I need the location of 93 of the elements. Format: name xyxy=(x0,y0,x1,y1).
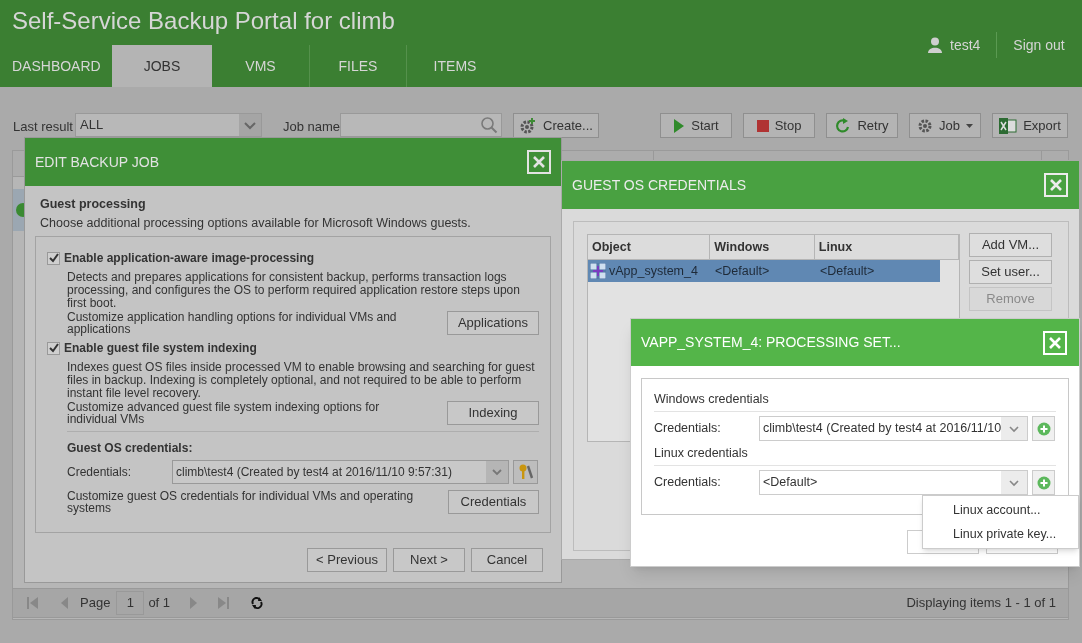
credentials-dropdown[interactable]: <Default> xyxy=(759,470,1028,495)
close-button[interactable] xyxy=(527,150,551,174)
key-button[interactable] xyxy=(513,460,538,484)
next-page-icon xyxy=(190,597,198,609)
section-title: Guest processing xyxy=(39,196,147,213)
dialog-button[interactable]: Next > xyxy=(393,548,465,572)
spreadsheet-icon xyxy=(999,117,1018,134)
close-icon xyxy=(533,156,545,168)
nav-tab[interactable]: ITEMS xyxy=(406,45,503,87)
page-label: Page xyxy=(80,594,111,613)
first-page-icon xyxy=(27,597,39,609)
add-button[interactable] xyxy=(1032,470,1055,495)
checkbox[interactable] xyxy=(47,251,60,265)
toolbar-button[interactable]: Stop xyxy=(743,113,815,138)
field-label: Credentials: xyxy=(654,420,722,438)
dialog-title: GUEST OS CREDENTIALS xyxy=(572,175,746,195)
dialog-button[interactable]: Indexing xyxy=(447,401,539,425)
customize-text: Customize guest OS credentials for individual VMs and operating systems xyxy=(67,490,415,514)
plus-icon xyxy=(1036,421,1051,436)
column-header: Windows xyxy=(710,235,815,259)
dialog-button[interactable]: Cancel xyxy=(471,548,543,572)
customize-text: Customize advanced guest file system indexing options for individual VMs xyxy=(67,401,381,425)
menu-item[interactable]: Linux private key... xyxy=(923,524,1078,544)
sign-out-link[interactable]: Sign out xyxy=(1013,34,1065,56)
table-row[interactable]: vApp_system_4 <Default> <Default> xyxy=(588,260,940,282)
stop-icon xyxy=(756,119,769,132)
field-label: Credentials: xyxy=(654,474,722,492)
option-description: Indexes guest OS files inside processed VM to enable browsing and searching for guest files in backup. Indexing is completely optional, and not required to be able to perform instant file level recovery. xyxy=(66,361,536,400)
play-icon xyxy=(673,117,686,134)
page-number-field[interactable]: 1 xyxy=(116,591,145,615)
nav-tab[interactable]: DASHBOARD xyxy=(0,45,112,87)
column-header: Linux xyxy=(814,235,959,259)
close-button[interactable] xyxy=(1044,173,1068,197)
option-description: Detects and prepares applications for consistent backup, performs transaction logs processing, and configures the OS to perform required application restore steps upon first boot. xyxy=(66,271,521,310)
field-label: Last result xyxy=(13,118,73,136)
key-icon xyxy=(517,464,534,480)
dialog-button[interactable]: Add VM... xyxy=(969,233,1052,257)
dialog-button[interactable]: < Previous xyxy=(307,548,387,572)
credentials-heading: Guest OS credentials: xyxy=(66,440,194,456)
retry-icon xyxy=(835,117,852,134)
menu-item[interactable]: Linux account... xyxy=(923,500,1078,520)
section-heading: Windows credentials xyxy=(654,389,1056,412)
nav-tab[interactable]: JOBS xyxy=(112,45,212,87)
plus-icon xyxy=(1036,475,1051,490)
toolbar-button[interactable]: Job xyxy=(909,113,981,138)
section-description: Choose additional processing options available for Microsoft Windows guests. xyxy=(39,215,472,232)
chevron-down-icon xyxy=(1001,471,1027,494)
dialog-button[interactable]: Set user... xyxy=(969,260,1052,284)
chevron-down-icon xyxy=(486,461,508,483)
toolbar-button[interactable]: Start xyxy=(660,113,732,138)
close-icon xyxy=(1049,336,1061,349)
pagination-summary: Displaying items 1 - 1 of 1 xyxy=(906,594,1056,613)
table-cell-text: <Default> xyxy=(819,262,875,280)
checkmark-icon xyxy=(48,253,59,263)
caret-icon xyxy=(966,123,973,128)
table-cell-text: vApp_system_4 xyxy=(609,262,698,280)
nav-tab[interactable]: FILES xyxy=(309,45,406,87)
dialog-button[interactable]: Applications xyxy=(447,311,539,335)
dialog-title: EDIT BACKUP JOB xyxy=(35,152,159,172)
toolbar-button[interactable]: Retry xyxy=(826,113,898,138)
section-heading: Linux credentials xyxy=(654,443,1056,466)
chevron-down-icon xyxy=(1001,417,1027,440)
table-cell-text: <Default> xyxy=(714,262,771,280)
option-label: Enable application-aware image-processing xyxy=(64,250,315,267)
add-button[interactable] xyxy=(1032,416,1055,441)
option-label: Enable guest file system indexing xyxy=(64,340,257,357)
field-label: Job name xyxy=(283,118,341,136)
portal-title: Self-Service Backup Portal for climb xyxy=(12,6,395,36)
vapp-icon xyxy=(590,263,606,279)
last-page-icon xyxy=(217,597,230,609)
refresh-icon xyxy=(251,597,264,609)
toolbar-button[interactable]: Export xyxy=(992,113,1068,138)
job-name-field[interactable] xyxy=(340,113,502,137)
field-label: Credentials: xyxy=(67,464,133,481)
close-icon xyxy=(1050,179,1062,191)
checkbox[interactable] xyxy=(47,341,60,355)
credentials-dropdown[interactable]: climb\test4 (Created by test4 at 2016/11/10 9:57:31) xyxy=(172,460,509,484)
previous-page-icon xyxy=(61,597,68,609)
dialog-title: VAPP_SYSTEM_4: PROCESSING SET... xyxy=(641,333,901,352)
toolbar-button[interactable]: Create... xyxy=(513,113,599,138)
column-header: Object xyxy=(588,235,711,259)
search-icon xyxy=(480,116,498,134)
gear-icon xyxy=(917,117,933,134)
checkmark-icon xyxy=(48,343,59,353)
user-icon xyxy=(928,37,942,53)
dialog-button[interactable]: Credentials xyxy=(448,490,539,514)
page-count: of 1 xyxy=(148,594,171,613)
credentials-dropdown[interactable]: climb\test4 (Created by test4 at 2016/11/10 xyxy=(759,416,1028,441)
result-dropdown[interactable]: ALL xyxy=(75,113,262,137)
customize-text: Customize application handling options for individual VMs and applications xyxy=(67,311,397,335)
gear-plus-icon xyxy=(519,116,538,135)
nav-tab[interactable]: VMS xyxy=(212,45,309,87)
user-name: test4 xyxy=(950,35,981,55)
